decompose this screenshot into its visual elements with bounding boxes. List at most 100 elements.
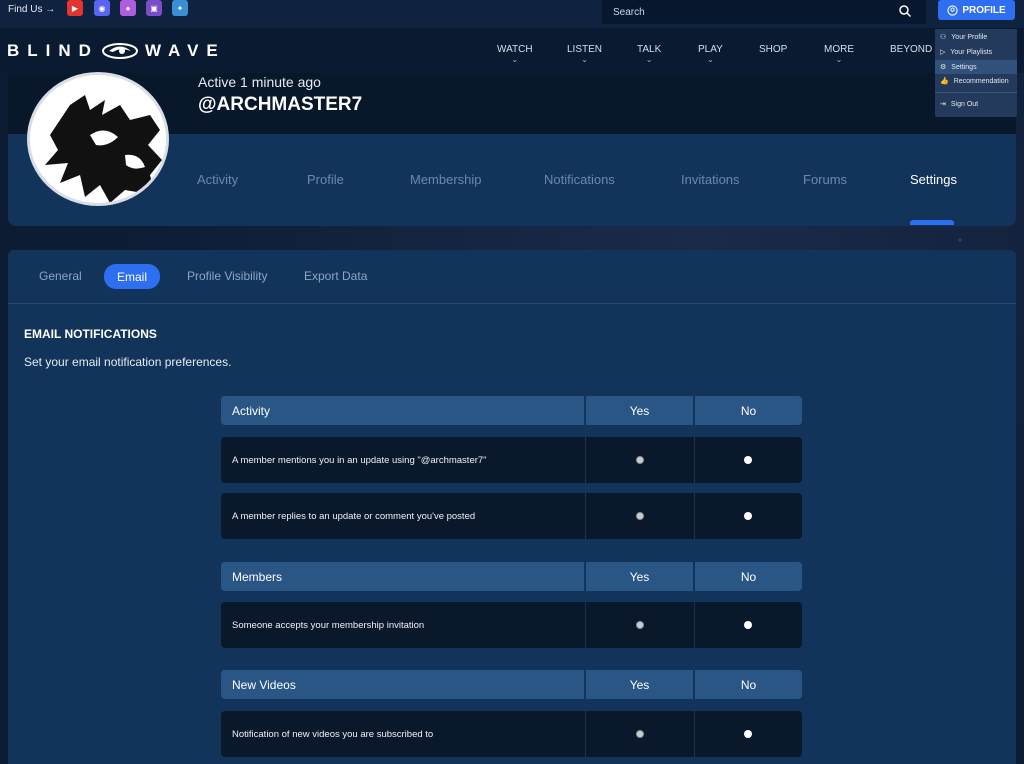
divider bbox=[585, 437, 586, 483]
table-row: Someone accepts your membership invitati… bbox=[221, 602, 802, 648]
subtab-email[interactable]: Email bbox=[104, 264, 160, 289]
profile-button[interactable]: PROFILE bbox=[938, 0, 1015, 20]
divider bbox=[8, 303, 1016, 304]
twitch-icon[interactable]: ▣ bbox=[146, 0, 162, 16]
table-row: A member replies to an update or comment… bbox=[221, 493, 802, 539]
nav-beyond[interactable]: BEYOND bbox=[890, 44, 932, 55]
table-header-new-videos: New Videos Yes No bbox=[221, 670, 802, 699]
yes-radio[interactable] bbox=[636, 456, 644, 464]
wave-eye-icon bbox=[101, 43, 138, 59]
group-title: Members bbox=[221, 562, 584, 591]
no-radio[interactable] bbox=[744, 512, 752, 520]
nav-talk[interactable]: TALK ⌄ bbox=[637, 44, 661, 64]
nav-watch[interactable]: WATCH ⌄ bbox=[497, 44, 533, 64]
no-radio[interactable] bbox=[744, 730, 752, 738]
logo[interactable]: BLIND WAVE bbox=[7, 41, 226, 61]
subtab-profile-visibility[interactable]: Profile Visibility bbox=[187, 269, 267, 283]
nav-listen[interactable]: LISTEN ⌄ bbox=[567, 44, 602, 64]
youtube-icon[interactable]: ▶ bbox=[67, 0, 83, 16]
user-circle-icon bbox=[947, 4, 958, 16]
tab-activity[interactable]: Activity bbox=[197, 172, 238, 187]
nav-play[interactable]: PLAY ⌄ bbox=[698, 44, 723, 64]
nav-more[interactable]: MORE ⌄ bbox=[824, 44, 854, 64]
discord-icon[interactable]: ◉ bbox=[94, 0, 110, 16]
nav-label: SHOP bbox=[759, 44, 788, 55]
sign-out-icon: ⇥ bbox=[940, 101, 946, 108]
yes-radio[interactable] bbox=[636, 512, 644, 520]
menu-item-your-playlists[interactable]: ▷ Your Playlists bbox=[935, 45, 1017, 59]
row-label: Notification of new videos you are subsc… bbox=[232, 728, 434, 740]
no-header: No bbox=[695, 670, 802, 699]
tab-membership[interactable]: Membership bbox=[410, 172, 482, 187]
menu-item-sign-out[interactable]: ⇥ Sign Out bbox=[935, 97, 1017, 111]
search-icon[interactable] bbox=[898, 4, 912, 18]
divider bbox=[585, 493, 586, 539]
chevron-down-icon: ⌄ bbox=[835, 55, 843, 64]
search-input[interactable] bbox=[613, 6, 873, 18]
section-title: EMAIL NOTIFICATIONS bbox=[24, 327, 157, 341]
divider bbox=[935, 92, 1017, 93]
chevron-down-icon: ⌄ bbox=[511, 55, 519, 64]
find-us-label: Find Us → bbox=[8, 4, 56, 15]
logo-text-right: WAVE bbox=[144, 41, 226, 60]
tab-invitations[interactable]: Invitations bbox=[681, 172, 740, 187]
tab-settings[interactable]: Settings bbox=[910, 172, 957, 187]
subtab-export-data[interactable]: Export Data bbox=[304, 269, 367, 283]
table-row: Notification of new videos you are subsc… bbox=[221, 711, 802, 757]
gear-icon: ⚙ bbox=[940, 64, 947, 71]
play-icon: ▷ bbox=[940, 49, 946, 56]
profile-dropdown: ⚇ Your Profile ▷ Your Playlists ⚙ Settings … bbox=[935, 29, 1017, 117]
profile-button-label: PROFILE bbox=[962, 4, 1006, 16]
group-title: Activity bbox=[221, 396, 584, 425]
dragon-avatar-image bbox=[45, 95, 162, 203]
menu-item-recommendation[interactable]: 👍 Recommendation bbox=[935, 74, 1017, 88]
patreon-icon[interactable]: ● bbox=[120, 0, 136, 16]
logo-text-left: BLIND bbox=[7, 41, 99, 60]
chevron-down-icon: ⌄ bbox=[645, 55, 653, 64]
nav-label: LISTEN bbox=[567, 44, 603, 55]
nav-label: WATCH bbox=[497, 44, 533, 55]
search-box[interactable] bbox=[602, 0, 926, 24]
nav-label: BEYOND bbox=[890, 44, 933, 55]
divider bbox=[585, 711, 586, 757]
table-row: A member mentions you in an update using… bbox=[221, 437, 802, 483]
yes-radio[interactable] bbox=[636, 730, 644, 738]
nav-label: MORE bbox=[824, 44, 854, 55]
menu-label: Your Profile bbox=[951, 33, 988, 41]
menu-label: Recommendation bbox=[953, 77, 1009, 85]
row-label: Someone accepts your membership invitati… bbox=[232, 619, 425, 631]
twitter-icon[interactable]: ✦ bbox=[172, 0, 188, 16]
group-title: New Videos bbox=[221, 670, 584, 699]
menu-item-your-profile[interactable]: ⚇ Your Profile bbox=[935, 30, 1017, 44]
user-icon: ⚇ bbox=[940, 34, 947, 41]
table-header-members: Members Yes No bbox=[221, 562, 802, 591]
divider bbox=[694, 602, 695, 648]
menu-item-settings[interactable]: ⚙ Settings bbox=[935, 60, 1017, 74]
no-header: No bbox=[695, 562, 802, 591]
tab-forums[interactable]: Forums bbox=[803, 172, 847, 187]
divider bbox=[694, 711, 695, 757]
menu-label: Settings bbox=[951, 63, 977, 71]
row-label: A member mentions you in an update using… bbox=[232, 454, 487, 466]
thumbs-up-icon: 👍 bbox=[940, 78, 949, 85]
username: @ARCHMASTER7 bbox=[198, 94, 363, 115]
tab-profile[interactable]: Profile bbox=[307, 172, 344, 187]
top-bar: Find Us → ▶ ◉ ● ▣ ✦ PROFILE bbox=[0, 0, 1024, 28]
last-active-text: Active 1 minute ago bbox=[198, 74, 321, 90]
subtab-general[interactable]: General bbox=[39, 269, 82, 283]
divider bbox=[694, 493, 695, 539]
table-header-activity: Activity Yes No bbox=[221, 396, 802, 425]
yes-radio[interactable] bbox=[636, 621, 644, 629]
menu-label: Your Playlists bbox=[950, 48, 993, 56]
yes-header: Yes bbox=[586, 396, 693, 425]
avatar[interactable] bbox=[27, 72, 169, 206]
section-description: Set your email notification preferences. bbox=[24, 355, 232, 369]
tab-notifications[interactable]: Notifications bbox=[544, 172, 615, 187]
no-radio[interactable] bbox=[744, 621, 752, 629]
yes-header: Yes bbox=[586, 670, 693, 699]
no-header: No bbox=[695, 396, 802, 425]
nav-shop[interactable]: SHOP bbox=[759, 44, 787, 55]
no-radio[interactable] bbox=[744, 456, 752, 464]
menu-label: Sign Out bbox=[950, 100, 979, 108]
nav-label: TALK bbox=[637, 44, 662, 55]
